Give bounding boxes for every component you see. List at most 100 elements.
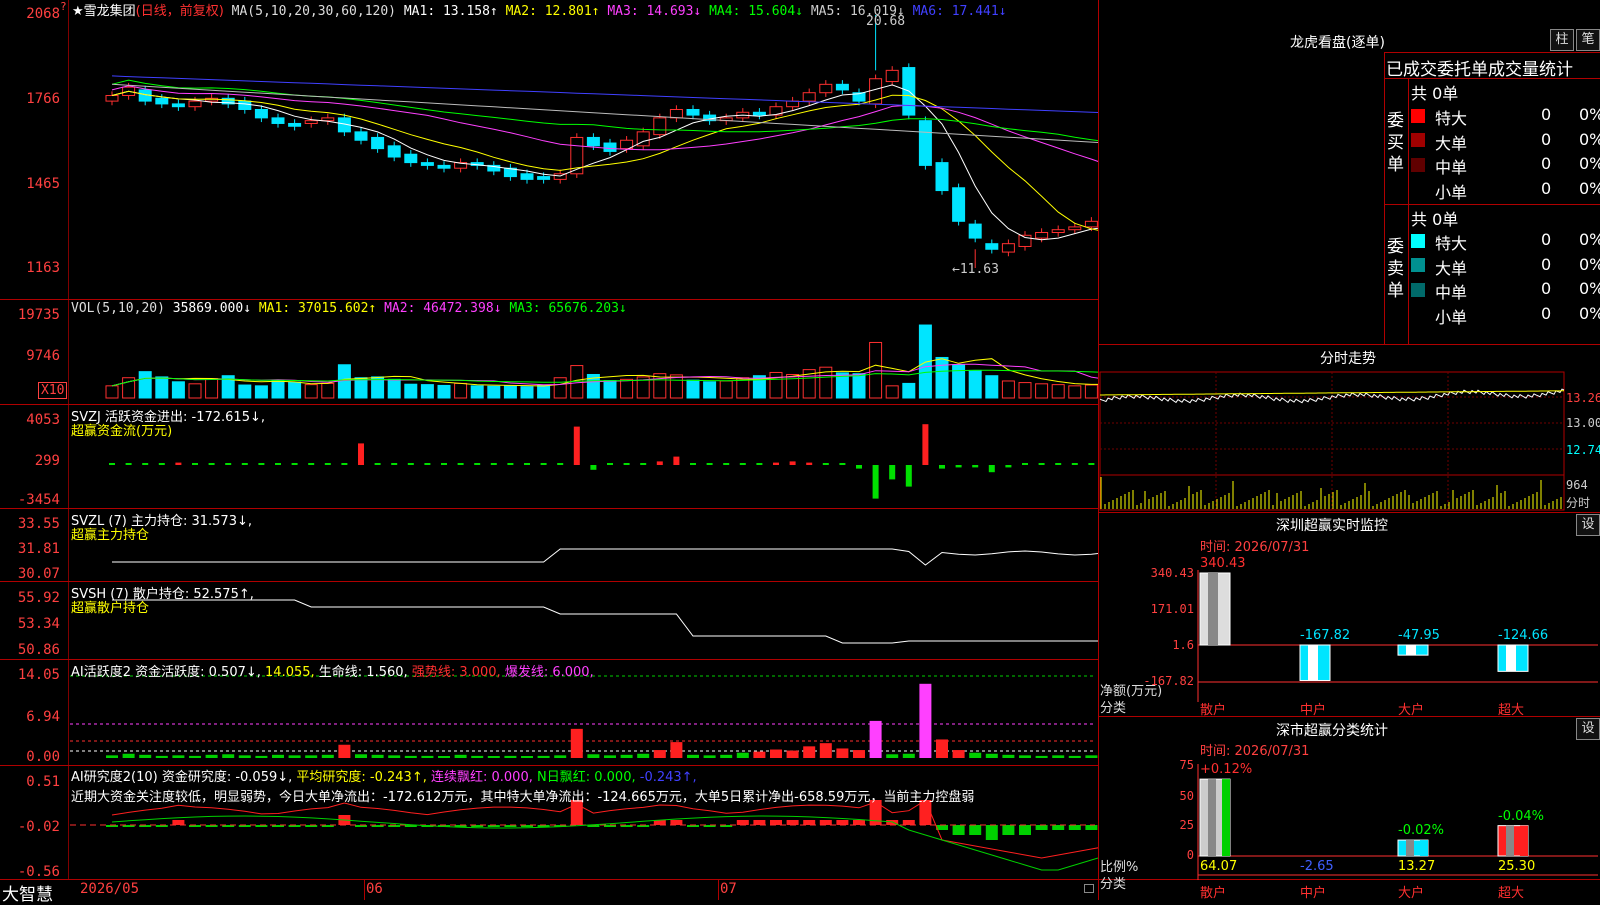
candle-body: [603, 142, 617, 152]
svzj-bar: [955, 465, 962, 468]
ai-bar: [770, 749, 782, 758]
fenshi-frame: [1099, 371, 1565, 511]
research-bar: [770, 820, 782, 825]
volume-bar: [470, 385, 484, 399]
sell-rows: 特大 0 0% 大单 0 0% 中单 0 0% 小单 0 0%: [1411, 230, 1600, 328]
order-type-label: 大单: [1435, 133, 1468, 153]
research-bar: [853, 820, 865, 825]
research-bar: [803, 820, 816, 825]
sz-bar-highlight: [1506, 645, 1516, 672]
research-title: AI研究度2(10) 资金研究度: -0.059↓,: [71, 770, 293, 785]
sz-ylabel: 171.01: [1150, 602, 1194, 616]
research-bar: [969, 825, 982, 835]
main-right-divider: [1098, 0, 1099, 900]
vol-ma1: MA1: 37015.602↑: [258, 301, 377, 316]
volume-bar: [620, 378, 634, 399]
order-pct: 0%: [1579, 178, 1600, 198]
sz-bar-highlight: [1406, 645, 1416, 656]
research-continuous: 连续飘红: 0.000,: [431, 770, 533, 785]
svzj-bar: [889, 465, 896, 480]
svzj-bar: [623, 463, 630, 465]
svzj-bar: [208, 463, 215, 465]
sz-bar-highlight: [1308, 645, 1318, 681]
order-type-label: 小单: [1435, 307, 1468, 327]
order-stat-row: 特大 0 0%: [1411, 230, 1600, 255]
fl-bar-highlight: [1208, 779, 1216, 856]
svzj-subtitle: 超赢资金流(万元): [71, 424, 173, 439]
ai-bar: [936, 739, 948, 758]
volume-bar: [454, 382, 468, 399]
svzj-ylabel: 4053: [26, 412, 60, 428]
ai-bar: [388, 755, 401, 758]
ai-bar: [1052, 755, 1065, 758]
ma4-value: MA4: 15.604↓: [709, 4, 804, 19]
candle-body: [271, 117, 285, 124]
brand-logo[interactable]: 大智慧: [2, 880, 53, 905]
svzj-bar: [424, 463, 431, 465]
buy-rows: 特大 0 0% 大单 0 0% 中单 0 0% 小单 0 0%: [1411, 105, 1600, 203]
candle-body: [935, 162, 949, 192]
sz-bar: [1299, 644, 1331, 681]
fenshi-title: 分时走势: [1320, 351, 1376, 367]
ai-bar: [504, 755, 517, 758]
research-bar: [786, 820, 799, 825]
volume-bar: [603, 380, 617, 399]
svzj-bar: [690, 463, 696, 465]
volume-bar: [1001, 380, 1015, 399]
ai-bar: [886, 754, 899, 758]
fl-settings-button[interactable]: 设: [1576, 718, 1600, 740]
lock-icon[interactable]: [1084, 884, 1094, 893]
stats-title-line: [1384, 78, 1600, 79]
sz-settings-button[interactable]: 设: [1576, 514, 1600, 536]
svzj-bar: [806, 462, 813, 465]
fl-ylabel: 0: [1186, 848, 1194, 862]
ai-bar: [421, 755, 434, 758]
sz-xtitle: 分类: [1100, 701, 1127, 716]
stock-title[interactable]: ★雪龙集团: [72, 4, 136, 19]
candle-body: [321, 117, 335, 122]
date-tick: [718, 879, 719, 900]
ai-bar: [786, 750, 799, 758]
candle-body: [537, 176, 551, 180]
bar-mode-button[interactable]: 柱: [1550, 29, 1574, 51]
chart-mode[interactable]: (日线，前复权): [136, 4, 224, 19]
fl-bar-value: 13.27: [1398, 859, 1436, 874]
ai-bar: [288, 755, 301, 758]
tick-mode-button[interactable]: 笔: [1576, 29, 1600, 51]
candle-body: [155, 97, 169, 105]
research-ylabel: -0.56: [17, 864, 60, 880]
ai-bar: [620, 754, 633, 758]
stats-left-line: [1384, 52, 1385, 344]
vol-title: VOL(5,10,20): [71, 301, 165, 316]
volume-bar: [205, 378, 219, 399]
fl-category-label: 超大: [1498, 886, 1525, 901]
low-marker: ←11.63: [952, 262, 999, 277]
svzj-bar: [258, 463, 265, 465]
ai-bar: [1035, 755, 1048, 758]
order-pct: 0%: [1579, 129, 1600, 149]
candle-body: [918, 120, 932, 166]
svzj-bar: [109, 463, 115, 465]
ai-bar: [1019, 755, 1031, 758]
research-bar: [819, 820, 832, 825]
ai-bar: [836, 748, 849, 758]
svzj-bar: [457, 463, 464, 465]
volume-bar: [520, 386, 534, 399]
fl-bar-highlight: [1506, 825, 1514, 856]
ai-bar: [238, 755, 251, 758]
sz-category-label: 大户: [1398, 703, 1425, 718]
candle-body: [171, 103, 185, 108]
volume-bar: [935, 356, 949, 399]
candle-body: [105, 95, 119, 102]
main-chart-canvas[interactable]: [0, 0, 1098, 900]
candle-body: [586, 136, 600, 147]
order-type-label: 特大: [1435, 109, 1468, 128]
stats-mid-line: [1384, 204, 1600, 205]
research-bar: [172, 820, 185, 825]
candle-body: [669, 108, 683, 119]
ai-title: AI活跃度2 资金活跃度: 0.507↓,: [71, 665, 261, 680]
sz-ylabel: 1.6: [1172, 638, 1194, 652]
volume-bar: [420, 384, 434, 399]
candle-body: [1035, 231, 1049, 239]
ai-bar: [321, 754, 334, 758]
